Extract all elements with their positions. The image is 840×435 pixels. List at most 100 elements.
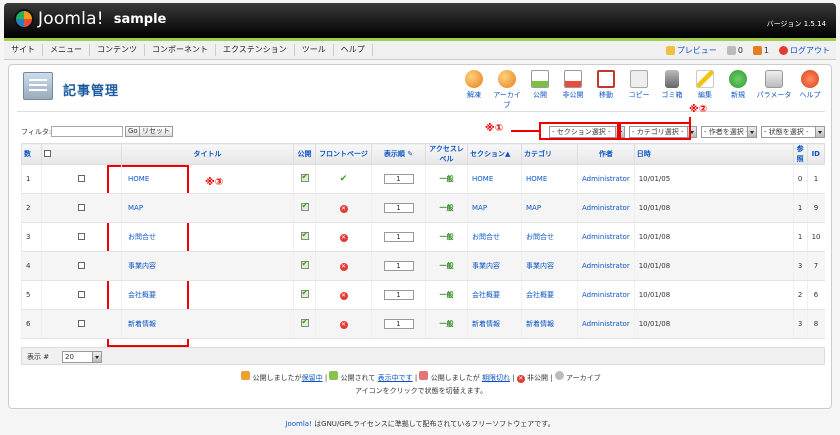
row-checkbox-cell[interactable] — [41, 193, 122, 223]
display-count-select[interactable]: 20 — [62, 351, 102, 363]
publish-button[interactable]: 公開 — [525, 70, 555, 110]
copy-button[interactable]: コピー — [624, 70, 654, 110]
row-category[interactable]: MAP — [521, 193, 578, 223]
order-input[interactable]: 1 — [383, 319, 414, 329]
row-title[interactable]: MAP — [121, 193, 294, 223]
published-toggle-icon[interactable] — [300, 172, 309, 182]
col-section[interactable]: セクション▲ — [467, 143, 522, 165]
row-title[interactable]: HOME — [121, 164, 294, 194]
frontpage-off-icon[interactable]: ✕ — [339, 233, 348, 242]
row-published[interactable] — [293, 193, 316, 223]
frontpage-check-icon[interactable]: ✔ — [340, 174, 348, 184]
save-order-icon[interactable]: ✎ — [407, 150, 413, 158]
menu-help[interactable]: ヘルプ — [334, 44, 373, 56]
col-author[interactable]: 作者 — [577, 143, 635, 165]
unpublish-button[interactable]: 非公開 — [558, 70, 588, 110]
order-input[interactable]: 1 — [383, 290, 414, 300]
published-toggle-icon[interactable] — [300, 230, 309, 240]
row-section[interactable]: 事業内容 — [467, 251, 522, 281]
col-select-all[interactable] — [41, 143, 122, 165]
col-title[interactable]: タイトル — [121, 143, 294, 165]
row-category[interactable]: HOME — [521, 164, 578, 194]
messages-status[interactable]: 0 — [726, 45, 743, 56]
order-input[interactable]: 1 — [383, 261, 414, 271]
row-frontpage[interactable]: ✔ — [315, 164, 372, 194]
row-order[interactable]: 1 — [371, 164, 426, 194]
row-checkbox-cell[interactable] — [41, 164, 122, 194]
row-section[interactable]: MAP — [467, 193, 522, 223]
published-toggle-icon[interactable] — [300, 259, 309, 269]
row-author[interactable]: Administrator — [577, 193, 635, 223]
row-access[interactable]: 一般 — [425, 309, 468, 339]
row-author[interactable]: Administrator — [577, 280, 635, 310]
row-published[interactable] — [293, 222, 316, 252]
preview-link[interactable]: プレビュー — [665, 45, 717, 56]
frontpage-off-icon[interactable]: ✕ — [339, 262, 348, 271]
state-select[interactable]: - 状態を選択 - — [761, 126, 825, 138]
row-order[interactable]: 1 — [371, 280, 426, 310]
row-checkbox[interactable] — [78, 232, 85, 240]
frontpage-off-icon[interactable]: ✕ — [339, 320, 348, 329]
author-select[interactable]: - 作者を選択 - — [701, 126, 757, 138]
row-author[interactable]: Administrator — [577, 164, 635, 194]
users-status[interactable]: 1 — [752, 45, 769, 56]
col-access[interactable]: アクセスレベル — [425, 143, 468, 165]
row-order[interactable]: 1 — [371, 251, 426, 281]
select-all-checkbox[interactable] — [44, 149, 51, 157]
published-toggle-icon[interactable] — [300, 201, 309, 211]
published-toggle-icon[interactable] — [300, 288, 309, 298]
row-category[interactable]: 新着情報 — [521, 309, 578, 339]
row-checkbox[interactable] — [78, 261, 85, 269]
order-input[interactable]: 1 — [383, 232, 414, 242]
row-checkbox[interactable] — [78, 203, 85, 211]
row-author[interactable]: Administrator — [577, 222, 635, 252]
row-checkbox[interactable] — [78, 290, 85, 298]
parameters-button[interactable]: パラメータ — [756, 70, 792, 110]
row-category[interactable]: お問合せ — [521, 222, 578, 252]
row-frontpage[interactable]: ✕ — [315, 280, 372, 310]
row-order[interactable]: 1 — [371, 222, 426, 252]
row-section[interactable]: 会社概要 — [467, 280, 522, 310]
row-title[interactable]: 会社概要 — [121, 280, 294, 310]
row-access[interactable]: 一般 — [425, 222, 468, 252]
row-published[interactable] — [293, 309, 316, 339]
row-author[interactable]: Administrator — [577, 251, 635, 281]
archive-button[interactable]: アーカイブ — [492, 70, 522, 110]
row-checkbox-cell[interactable] — [41, 222, 122, 252]
row-order[interactable]: 1 — [371, 309, 426, 339]
row-section[interactable]: HOME — [467, 164, 522, 194]
row-checkbox-cell[interactable] — [41, 309, 122, 339]
row-category[interactable]: 事業内容 — [521, 251, 578, 281]
joomla-link[interactable]: Joomla! — [285, 420, 312, 428]
row-author[interactable]: Administrator — [577, 309, 635, 339]
frontpage-off-icon[interactable]: ✕ — [339, 204, 348, 213]
logout-link[interactable]: ログアウト — [779, 45, 830, 56]
published-toggle-icon[interactable] — [300, 317, 309, 327]
menu-components[interactable]: コンポーネント — [145, 44, 216, 56]
row-section[interactable]: お問合せ — [467, 222, 522, 252]
row-frontpage[interactable]: ✕ — [315, 222, 372, 252]
col-category[interactable]: カテゴリ — [521, 143, 578, 165]
row-title[interactable]: お問合せ — [121, 222, 294, 252]
row-checkbox-cell[interactable] — [41, 251, 122, 281]
row-category[interactable]: 会社概要 — [521, 280, 578, 310]
trash-button[interactable]: ゴミ箱 — [657, 70, 687, 110]
menu-tools[interactable]: ツール — [295, 44, 334, 56]
row-title[interactable]: 事業内容 — [121, 251, 294, 281]
col-hits[interactable]: 参照 — [792, 143, 808, 165]
reset-button[interactable]: リセット — [139, 126, 173, 137]
row-section[interactable]: 新着情報 — [467, 309, 522, 339]
row-published[interactable] — [293, 280, 316, 310]
row-frontpage[interactable]: ✕ — [315, 309, 372, 339]
filter-input[interactable] — [51, 126, 123, 137]
col-order[interactable]: 表示順 ✎ — [371, 143, 426, 165]
row-access[interactable]: 一般 — [425, 164, 468, 194]
menu-content[interactable]: コンテンツ — [90, 44, 145, 56]
order-input[interactable]: 1 — [383, 174, 414, 184]
row-checkbox-cell[interactable] — [41, 280, 122, 310]
row-frontpage[interactable]: ✕ — [315, 193, 372, 223]
frontpage-off-icon[interactable]: ✕ — [339, 291, 348, 300]
move-button[interactable]: 移動 — [591, 70, 621, 110]
row-order[interactable]: 1 — [371, 193, 426, 223]
row-checkbox[interactable] — [78, 174, 85, 182]
